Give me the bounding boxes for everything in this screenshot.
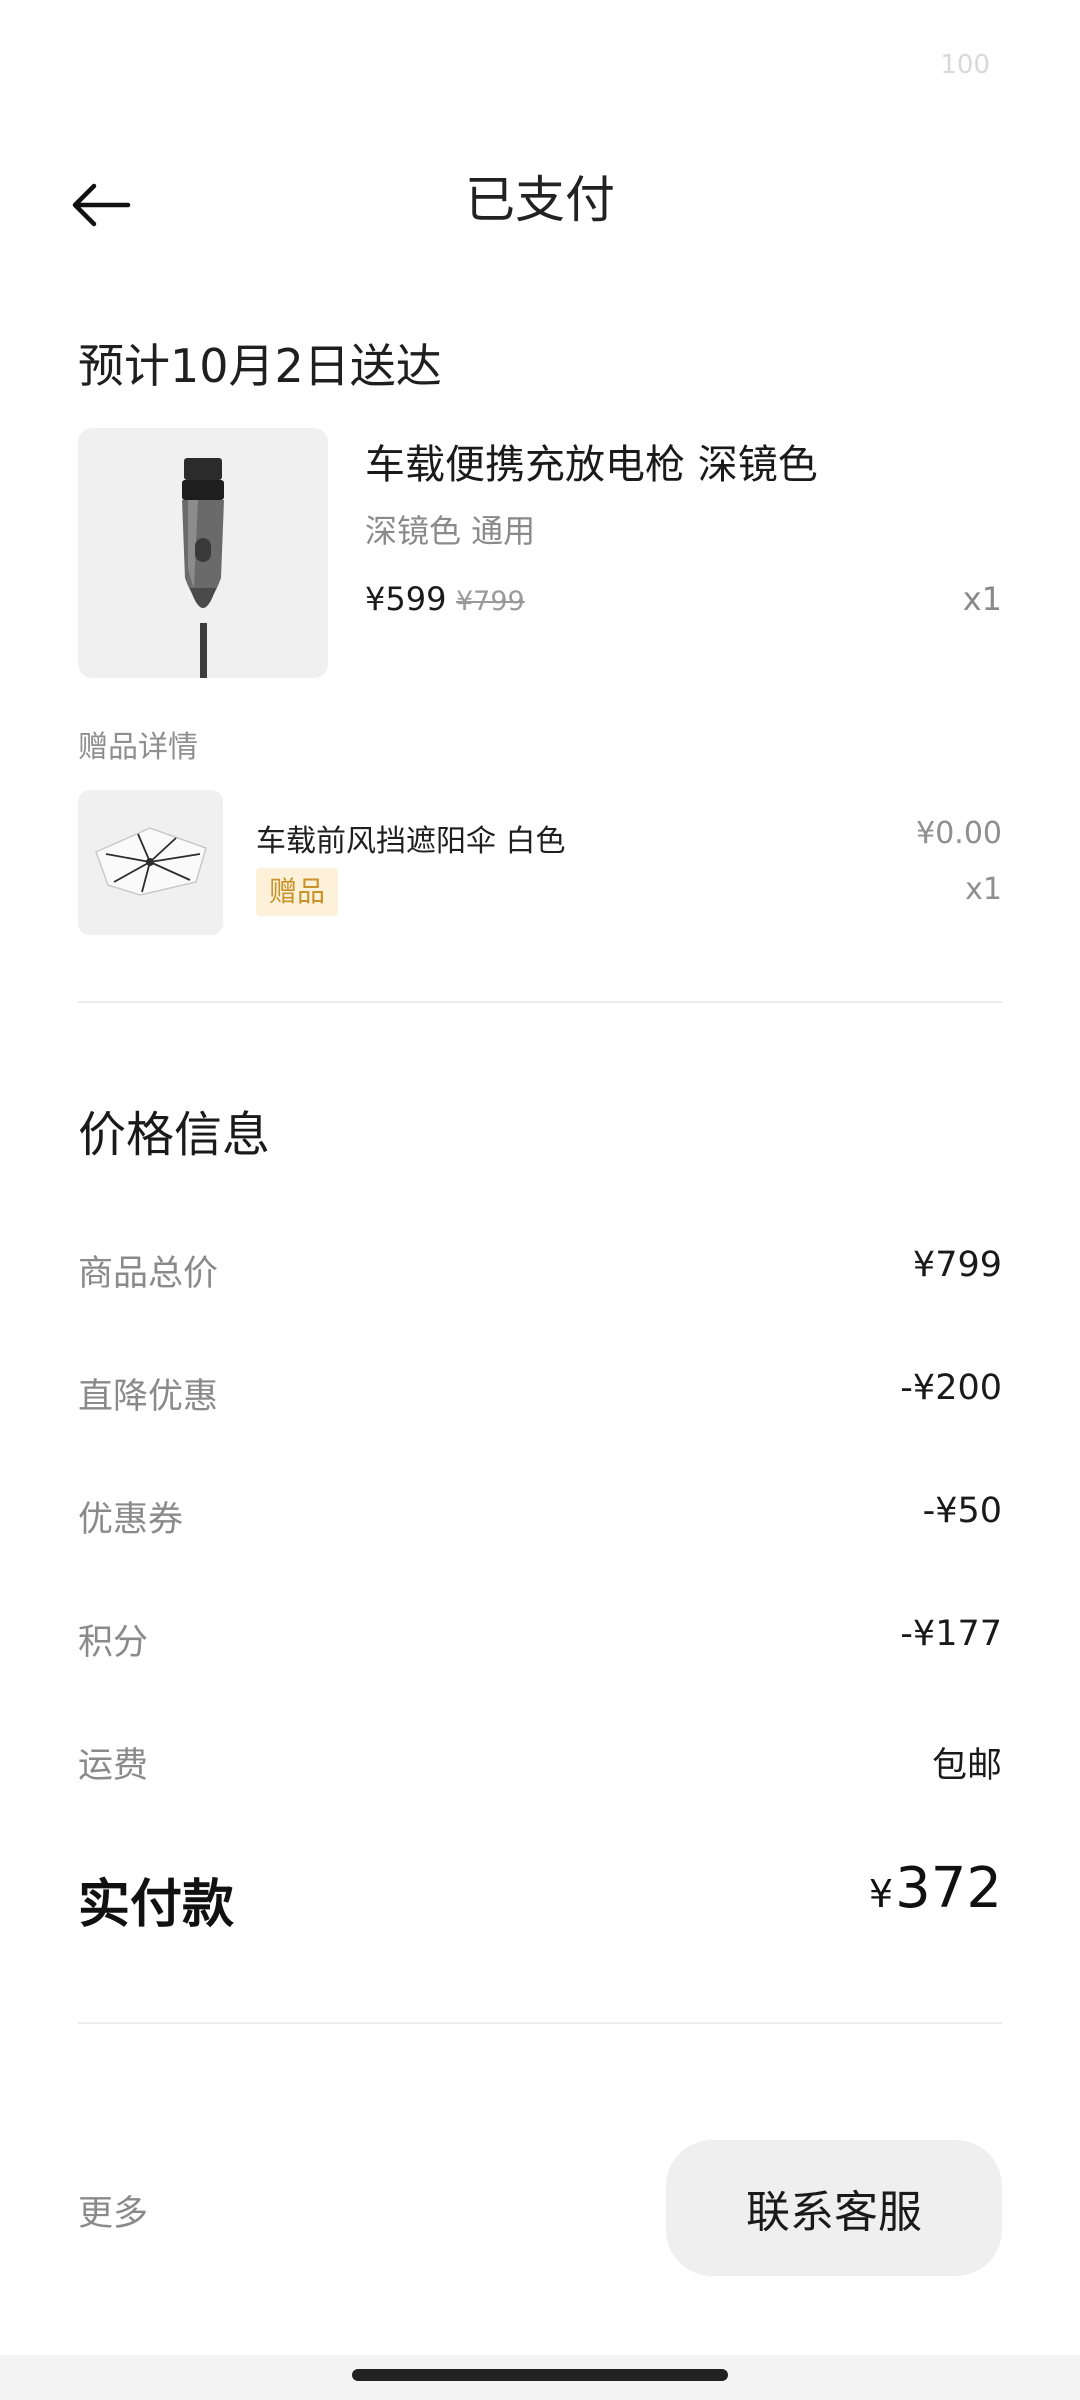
price-row-value: ¥799 [912,1245,1002,1285]
price-row-label: 积分 [78,1623,149,1663]
header: 已支付 [0,150,1080,260]
total-paid-label: 实付款 [78,1875,235,1935]
divider [78,2022,1002,2024]
price-row-label: 运费 [78,1746,149,1786]
price-row-label: 优惠券 [78,1500,184,1540]
price-row-shipping: 运费 包邮 [78,1737,1002,1793]
total-paid-amount: ¥372 [869,1856,1002,1921]
price-row-points: 积分 -¥177 [78,1614,1002,1670]
product-quantity: x1 [962,580,1002,618]
gift-image [78,790,223,935]
delivery-estimate: 预计10月2日送达 [78,339,442,393]
gift-badge: 赠品 [256,868,339,916]
gift-price: ¥0.00 [916,816,1002,851]
divider [78,1001,1002,1003]
product-item[interactable]: 车载便携充放电枪 深镜色 深镜色 通用 ¥599 ¥799 x1 [78,428,1002,678]
gift-section-title: 赠品详情 [78,730,198,765]
product-original-price: ¥799 [456,586,525,617]
contact-support-button[interactable]: 联系客服 [666,2140,1002,2276]
navigation-bar [0,2355,1080,2400]
price-row-subtotal: 商品总价 ¥799 [78,1245,1002,1301]
more-link[interactable]: 更多 [78,2185,148,2236]
price-info-title: 价格信息 [78,1107,271,1163]
product-image [78,428,328,678]
page-title: 已支付 [465,171,615,229]
product-name: 车载便携充放电枪 深镜色 [365,442,818,488]
gift-name: 车载前风挡遮阳伞 白色 [256,824,566,859]
home-indicator[interactable] [352,2369,728,2381]
price-row-value: -¥200 [900,1368,1002,1408]
price-row-value: 包邮 [931,1746,1002,1786]
price-row-value: -¥177 [900,1614,1002,1654]
price-row-value: -¥50 [922,1491,1002,1531]
price-row-direct-discount: 直降优惠 -¥200 [78,1368,1002,1424]
price-row-coupon: 优惠券 -¥50 [78,1491,1002,1547]
product-price: ¥599 [365,580,447,618]
product-spec: 深镜色 通用 [365,512,536,550]
total-paid-row: 实付款 ¥372 [78,1856,1002,1942]
currency-symbol: ¥ [868,1872,894,1916]
gift-quantity: x1 [965,872,1002,907]
price-row-label: 直降优惠 [78,1377,219,1417]
total-paid-number: 372 [895,1856,1002,1921]
price-row-label: 商品总价 [78,1254,219,1294]
battery-level: 100 [940,50,990,80]
gift-item[interactable]: 车载前风挡遮阳伞 白色 赠品 ¥0.00 x1 [78,790,1002,935]
